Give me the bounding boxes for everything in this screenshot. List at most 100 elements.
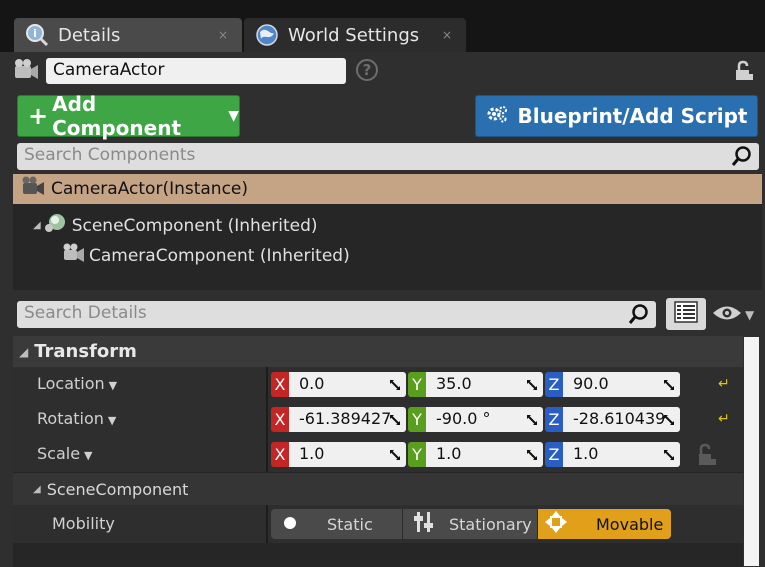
actor-header: CameraActor ?	[0, 52, 765, 90]
help-icon[interactable]: ?	[356, 59, 378, 81]
location-y-field[interactable]: 35.0	[426, 372, 543, 397]
blueprint-gear-icon	[486, 104, 508, 129]
drag-arrow-icon[interactable]	[662, 447, 676, 466]
camera-actor-icon	[19, 176, 45, 203]
tab-details-label: Details	[58, 24, 121, 46]
axis-y-label: Y	[408, 407, 426, 432]
location-label-text: Location	[37, 374, 105, 393]
mobility-label: Mobility	[52, 514, 115, 533]
location-x-field[interactable]: 0.0	[289, 372, 406, 397]
search-components-input[interactable]: Search Components	[17, 143, 759, 170]
drag-arrow-icon[interactable]	[525, 412, 539, 431]
location-row: Location ▼ X 0.0 Y 35.0 Z 90.0 ↵	[13, 367, 743, 402]
reset-arrow-icon[interactable]: ↵	[718, 376, 730, 392]
scale-label[interactable]: Scale ▼	[37, 444, 93, 463]
blueprint-label: Blueprint/Add Script	[517, 104, 748, 128]
mobility-movable-option[interactable]: Movable	[538, 509, 671, 539]
camera-actor-icon	[11, 58, 39, 88]
static-icon	[283, 515, 297, 534]
drag-arrow-icon[interactable]	[662, 412, 676, 431]
scale-z-field[interactable]: 1.0	[563, 442, 680, 467]
column-divider[interactable]	[266, 402, 268, 437]
drag-arrow-icon[interactable]	[662, 377, 676, 396]
column-divider[interactable]	[266, 437, 268, 472]
search-icon[interactable]	[731, 145, 753, 172]
chevron-down-icon: ▼	[108, 379, 118, 392]
tab-details[interactable]: i Details ×	[14, 18, 242, 52]
scene-component-title: SceneComponent	[46, 479, 189, 499]
scene-component-header[interactable]: ◢ SceneComponent	[13, 473, 743, 505]
collapse-triangle-icon[interactable]: ◢	[19, 345, 28, 359]
tree-item-camera-component[interactable]: CameraComponent (Inherited)	[61, 242, 350, 269]
location-z-value: 90.0	[573, 374, 609, 393]
tree-item-label: CameraComponent (Inherited)	[89, 245, 350, 266]
mobility-stationary-label: Stationary	[449, 514, 532, 534]
scale-z-value: 1.0	[573, 444, 599, 463]
details-list: ◢ Transform Location ▼ X 0.0 Y 35.0 Z 90.…	[13, 336, 743, 567]
rotation-y-value: -90.0 °	[436, 409, 491, 428]
axis-z-label: Z	[545, 372, 563, 397]
reset-arrow-icon[interactable]: ↵	[718, 411, 730, 427]
scrollbar-thumb[interactable]	[744, 337, 759, 566]
grid-view-button[interactable]	[666, 298, 706, 330]
tab-world-settings-close-icon[interactable]: ×	[442, 28, 452, 42]
camera-component-icon	[61, 242, 85, 269]
location-x-value: 0.0	[299, 374, 325, 393]
mobility-stationary-option[interactable]: Stationary	[403, 509, 538, 539]
movable-icon	[544, 510, 568, 538]
chevron-down-icon: ▼	[745, 308, 755, 322]
scene-component-icon	[44, 212, 68, 239]
tab-world-settings[interactable]: World Settings ×	[244, 18, 466, 52]
scale-y-field[interactable]: 1.0	[426, 442, 543, 467]
rotation-label-text: Rotation	[37, 409, 104, 428]
chevron-down-icon: ▼	[84, 449, 93, 462]
tab-world-settings-label: World Settings	[288, 24, 420, 46]
actor-name-field[interactable]: CameraActor	[46, 58, 346, 84]
tree-item-scene-component[interactable]: ◢ SceneComponent (Inherited)	[33, 212, 318, 239]
drag-arrow-icon[interactable]	[525, 447, 539, 466]
drag-arrow-icon[interactable]	[388, 447, 402, 466]
eye-icon	[712, 304, 742, 326]
tree-root-item[interactable]: CameraActor(Instance)	[13, 174, 762, 204]
rotation-y-field[interactable]: -90.0 °	[426, 407, 543, 432]
axis-x-label: X	[271, 407, 289, 432]
rotation-z-value: -28.610439	[573, 409, 666, 428]
collapse-triangle-icon[interactable]: ◢	[33, 484, 41, 495]
globe-icon	[254, 22, 280, 48]
tab-bar: i Details × World Settings ×	[0, 0, 765, 52]
tab-details-close-icon[interactable]: ×	[218, 28, 228, 42]
transform-title: Transform	[34, 341, 137, 362]
scale-lock-icon[interactable]	[696, 443, 718, 471]
tree-item-label: SceneComponent (Inherited)	[71, 215, 318, 236]
blueprint-add-script-button[interactable]: Blueprint/Add Script	[475, 95, 758, 137]
column-divider[interactable]	[266, 367, 268, 402]
grid-view-icon	[674, 301, 698, 327]
axis-z-label: Z	[545, 442, 563, 467]
magnifier-tab-icon: i	[24, 22, 50, 48]
rotation-z-field[interactable]: -28.610439	[563, 407, 680, 432]
details-scrollbar[interactable]	[743, 336, 760, 567]
tree-root-label: CameraActor(Instance)	[51, 179, 249, 199]
search-details-placeholder: Search Details	[24, 303, 147, 323]
search-icon[interactable]	[628, 303, 650, 330]
drag-arrow-icon[interactable]	[388, 412, 402, 431]
drag-arrow-icon[interactable]	[388, 377, 402, 396]
scale-label-text: Scale	[37, 444, 81, 463]
mobility-static-option[interactable]: Static	[271, 509, 403, 539]
component-tree: CameraActor(Instance) ◢ SceneComponent (…	[13, 174, 762, 290]
rotation-x-field[interactable]: -61.389427	[289, 407, 406, 432]
add-component-button[interactable]: + Add Component ▼	[17, 92, 240, 140]
column-divider[interactable]	[266, 505, 268, 543]
unlock-icon[interactable]	[734, 60, 754, 86]
rotation-label[interactable]: Rotation ▼	[37, 409, 116, 428]
scale-x-field[interactable]: 1.0	[289, 442, 406, 467]
location-z-field[interactable]: 90.0	[563, 372, 680, 397]
transform-section-header[interactable]: ◢ Transform	[13, 336, 743, 367]
view-options-button[interactable]: ▼	[712, 304, 760, 326]
search-details-input[interactable]: Search Details	[17, 301, 656, 328]
expand-triangle-icon[interactable]: ◢	[33, 220, 41, 231]
details-panel: CameraActor ? + Add Component ▼ Blueprin…	[0, 52, 765, 567]
drag-arrow-icon[interactable]	[525, 377, 539, 396]
rotation-row: Rotation ▼ X -61.389427 Y -90.0 ° Z -28.6…	[13, 402, 743, 437]
location-label[interactable]: Location ▼	[37, 374, 117, 393]
